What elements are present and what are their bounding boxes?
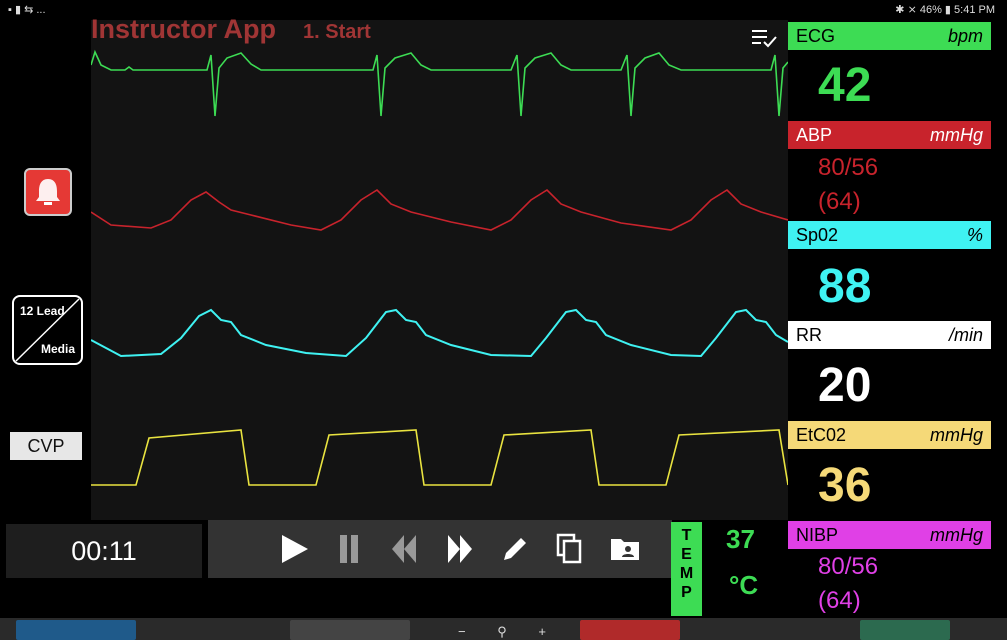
ecg-value[interactable]: 42 xyxy=(818,58,871,113)
etco2-label: EtC02 xyxy=(796,424,847,445)
background-tile xyxy=(580,620,680,640)
elapsed-timer: 00:11 xyxy=(6,524,202,578)
temp-value: 37 xyxy=(726,524,755,554)
background-tile xyxy=(290,620,410,640)
abp-header[interactable]: ABP mmHg xyxy=(788,121,991,149)
play-button[interactable] xyxy=(274,530,314,568)
ecg-unit: bpm xyxy=(947,25,983,46)
rr-unit: /min xyxy=(948,324,983,345)
nibp-value[interactable]: 80/56 xyxy=(818,553,878,581)
zoom-controls[interactable]: − ⚲ + xyxy=(458,624,560,640)
etco2-value[interactable]: 36 xyxy=(818,458,871,513)
rr-header[interactable]: RR /min xyxy=(788,321,991,349)
ecg-header[interactable]: ECG bpm xyxy=(788,22,991,50)
bell-icon xyxy=(36,179,60,205)
playback-controls xyxy=(208,520,672,578)
12-lead-media-button[interactable]: 12 Lead Media xyxy=(12,295,83,365)
ecg-label: ECG xyxy=(796,25,836,46)
copy-icon xyxy=(556,533,582,564)
status-notifications: ▪ ▮ ⇆ ... xyxy=(8,4,46,16)
fast-forward-icon xyxy=(448,535,472,563)
rr-value[interactable]: 20 xyxy=(818,358,871,413)
checklist-icon[interactable] xyxy=(752,28,778,53)
spo2-waveform xyxy=(90,308,789,358)
spo2-unit: % xyxy=(966,224,983,245)
fast-forward-button[interactable] xyxy=(440,530,480,568)
etco2-header[interactable]: EtC02 mmHg xyxy=(788,421,991,449)
abp-label: ABP xyxy=(796,124,833,145)
edit-button[interactable] xyxy=(495,530,535,568)
waveforms-svg xyxy=(90,49,789,486)
preset-title: 1. Start xyxy=(303,21,371,43)
play-icon xyxy=(282,535,308,563)
pause-icon xyxy=(340,535,358,563)
abp-unit: mmHg xyxy=(930,124,983,145)
pencil-icon xyxy=(504,538,526,560)
background-tile xyxy=(860,620,950,640)
app-title: Instructor App xyxy=(91,14,276,44)
abp-waveform xyxy=(90,188,789,231)
abp-mean: (64) xyxy=(818,188,861,215)
nibp-header[interactable]: NIBP mmHg xyxy=(788,521,991,549)
waveform-area xyxy=(90,20,789,520)
alarm-button[interactable] xyxy=(24,168,72,216)
rr-label: RR xyxy=(796,324,822,345)
ecg-waveform xyxy=(90,49,789,117)
abp-value[interactable]: 80/56 xyxy=(818,154,878,182)
nibp-mean: (64) xyxy=(818,587,861,614)
spo2-label: Sp02 xyxy=(796,224,839,245)
patient-folder-button[interactable] xyxy=(605,530,645,568)
copy-button[interactable] xyxy=(550,530,590,568)
background-tile xyxy=(16,620,136,640)
cvp-button[interactable]: CVP xyxy=(10,432,82,460)
temp-unit: °C xyxy=(729,570,759,600)
status-battery-clock: ✱ ⨯ 46% ▮ 5:41 PM xyxy=(895,4,995,16)
etco2-unit: mmHg xyxy=(930,424,983,445)
nibp-unit: mmHg xyxy=(930,524,983,545)
folder-user-icon xyxy=(611,539,639,560)
spo2-value[interactable]: 88 xyxy=(818,259,871,314)
temp-label: T E M P xyxy=(671,522,702,616)
rewind-button[interactable] xyxy=(384,530,424,568)
12-lead-label: 12 Lead xyxy=(20,304,65,318)
media-label: Media xyxy=(40,342,75,356)
rewind-icon xyxy=(392,535,416,563)
spo2-header[interactable]: Sp02 % xyxy=(788,221,991,249)
nibp-label: NIBP xyxy=(796,524,839,545)
etco2-waveform xyxy=(91,429,789,486)
pause-button[interactable] xyxy=(329,530,369,568)
